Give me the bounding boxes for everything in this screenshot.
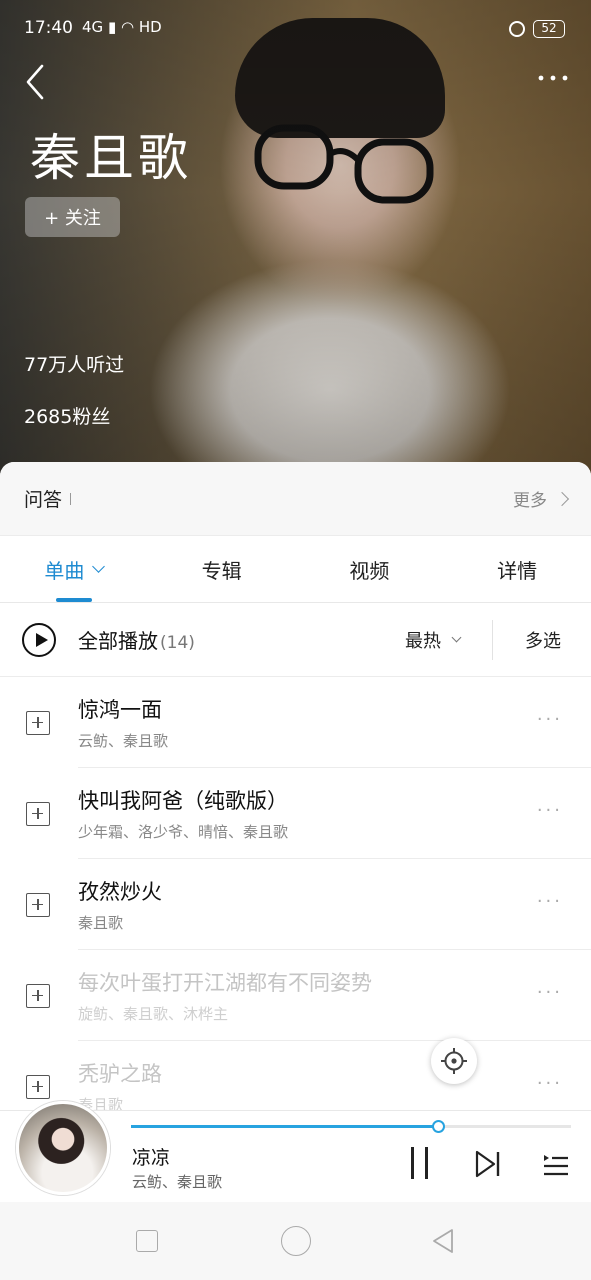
play-all-button[interactable]: 全部播放 (14): [78, 625, 195, 654]
chevron-down-icon: [451, 632, 462, 643]
locate-current-song-button[interactable]: [431, 1038, 477, 1084]
artist-content-sheet: 问答 更多 单曲 专辑 视频 详情 全部播放 (14) 最热 多选 惊鸿一面 云…: [0, 462, 591, 1110]
listeners-count: 77万人听过: [24, 354, 125, 376]
play-all-row: 全部播放 (14) 最热 多选: [0, 603, 591, 677]
add-to-playlist-icon[interactable]: [26, 983, 50, 1008]
add-to-playlist-icon[interactable]: [26, 801, 50, 826]
song-more-icon[interactable]: ···: [537, 984, 563, 1002]
progress-fill: [131, 1125, 439, 1128]
follow-button[interactable]: + 关注: [25, 197, 120, 237]
tab-videos[interactable]: 视频: [296, 536, 444, 602]
battery-icon: 52: [533, 20, 565, 38]
tab-singles[interactable]: 单曲: [0, 536, 148, 602]
add-to-playlist-icon[interactable]: [26, 892, 50, 917]
chevron-right-icon: [554, 491, 570, 506]
system-nav-bar: [0, 1202, 591, 1280]
next-track-icon[interactable]: [472, 1149, 502, 1179]
song-title: 惊鸿一面: [78, 698, 162, 722]
chevron-down-icon: [92, 559, 106, 573]
song-title: 快叫我阿爸（纯歌版）: [78, 789, 288, 813]
add-to-playlist-icon[interactable]: [26, 1074, 50, 1099]
progress-bar[interactable]: [131, 1120, 571, 1133]
song-title: 秃驴之路: [78, 1062, 162, 1086]
multi-select-button[interactable]: 多选: [525, 627, 561, 653]
song-more-icon[interactable]: ···: [537, 1075, 563, 1093]
playlist-queue-icon[interactable]: [540, 1151, 570, 1179]
song-more-icon[interactable]: ···: [537, 802, 563, 820]
fans-count: 2685粉丝: [24, 406, 111, 428]
song-more-icon[interactable]: ···: [537, 893, 563, 911]
song-artists: 少年霜、洛少爷、晴愔、秦且歌: [78, 823, 289, 841]
add-to-playlist-icon[interactable]: [26, 710, 50, 735]
song-artists: 秦且歌: [78, 1096, 124, 1110]
active-tab-indicator: [56, 598, 92, 602]
pause-icon[interactable]: [404, 1145, 434, 1181]
song-row[interactable]: 惊鸿一面 云鲂、秦且歌 ···: [0, 677, 591, 768]
song-artists: 旋鲂、秦且歌、沐桦主: [78, 1005, 229, 1023]
nav-back-icon[interactable]: [428, 1226, 458, 1256]
alarm-icon: [509, 21, 525, 37]
tab-details[interactable]: 详情: [443, 536, 591, 602]
now-playing-title: 凉凉: [132, 1147, 171, 1169]
tab-albums[interactable]: 专辑: [148, 536, 296, 602]
sort-dropdown[interactable]: 最热: [405, 627, 462, 653]
qa-row[interactable]: 问答 更多: [0, 462, 591, 536]
more-options-icon[interactable]: [535, 68, 571, 88]
song-row[interactable]: 快叫我阿爸（纯歌版） 少年霜、洛少爷、晴愔、秦且歌 ···: [0, 768, 591, 859]
home-icon[interactable]: [281, 1226, 311, 1256]
status-time: 17:40: [24, 18, 73, 38]
song-more-icon[interactable]: ···: [537, 711, 563, 729]
tab-bar: 单曲 专辑 视频 详情: [0, 536, 591, 603]
back-arrow-icon[interactable]: [22, 62, 48, 102]
qa-more-link[interactable]: 更多: [513, 486, 570, 511]
now-playing-cover[interactable]: [16, 1101, 110, 1195]
status-bar: 17:40 4G ▮ ◠ HD 52: [0, 0, 591, 60]
song-artists: 云鲂、秦且歌: [78, 732, 169, 750]
song-row[interactable]: 秃驴之路 秦且歌 ···: [0, 1041, 591, 1110]
signal-icon: ▮: [107, 18, 117, 36]
song-title: 每次叶蛋打开江湖都有不同姿势: [78, 971, 372, 995]
qa-divider: [70, 492, 72, 505]
song-row[interactable]: 每次叶蛋打开江湖都有不同姿势 旋鲂、秦且歌、沐桦主 ···: [0, 950, 591, 1041]
song-row[interactable]: 孜然炒火 秦且歌 ···: [0, 859, 591, 950]
play-all-count: (14): [160, 633, 195, 653]
status-network: 4G ▮ ◠ HD: [82, 18, 162, 36]
song-artists: 秦且歌: [78, 914, 124, 932]
wifi-icon: ◠: [121, 18, 135, 36]
artist-photo-glasses: [254, 124, 434, 204]
now-playing-artists: 云鲂、秦且歌: [132, 1173, 223, 1191]
artist-name: 秦且歌: [30, 129, 192, 187]
progress-knob[interactable]: [432, 1120, 445, 1133]
play-all-icon[interactable]: [22, 622, 56, 657]
qa-label: 问答: [24, 489, 63, 511]
recent-apps-icon[interactable]: [136, 1230, 158, 1252]
song-title: 孜然炒火: [78, 880, 162, 904]
divider: [492, 619, 493, 660]
crosshair-icon: [441, 1048, 467, 1074]
mini-player[interactable]: 凉凉 云鲂、秦且歌: [0, 1101, 591, 1202]
